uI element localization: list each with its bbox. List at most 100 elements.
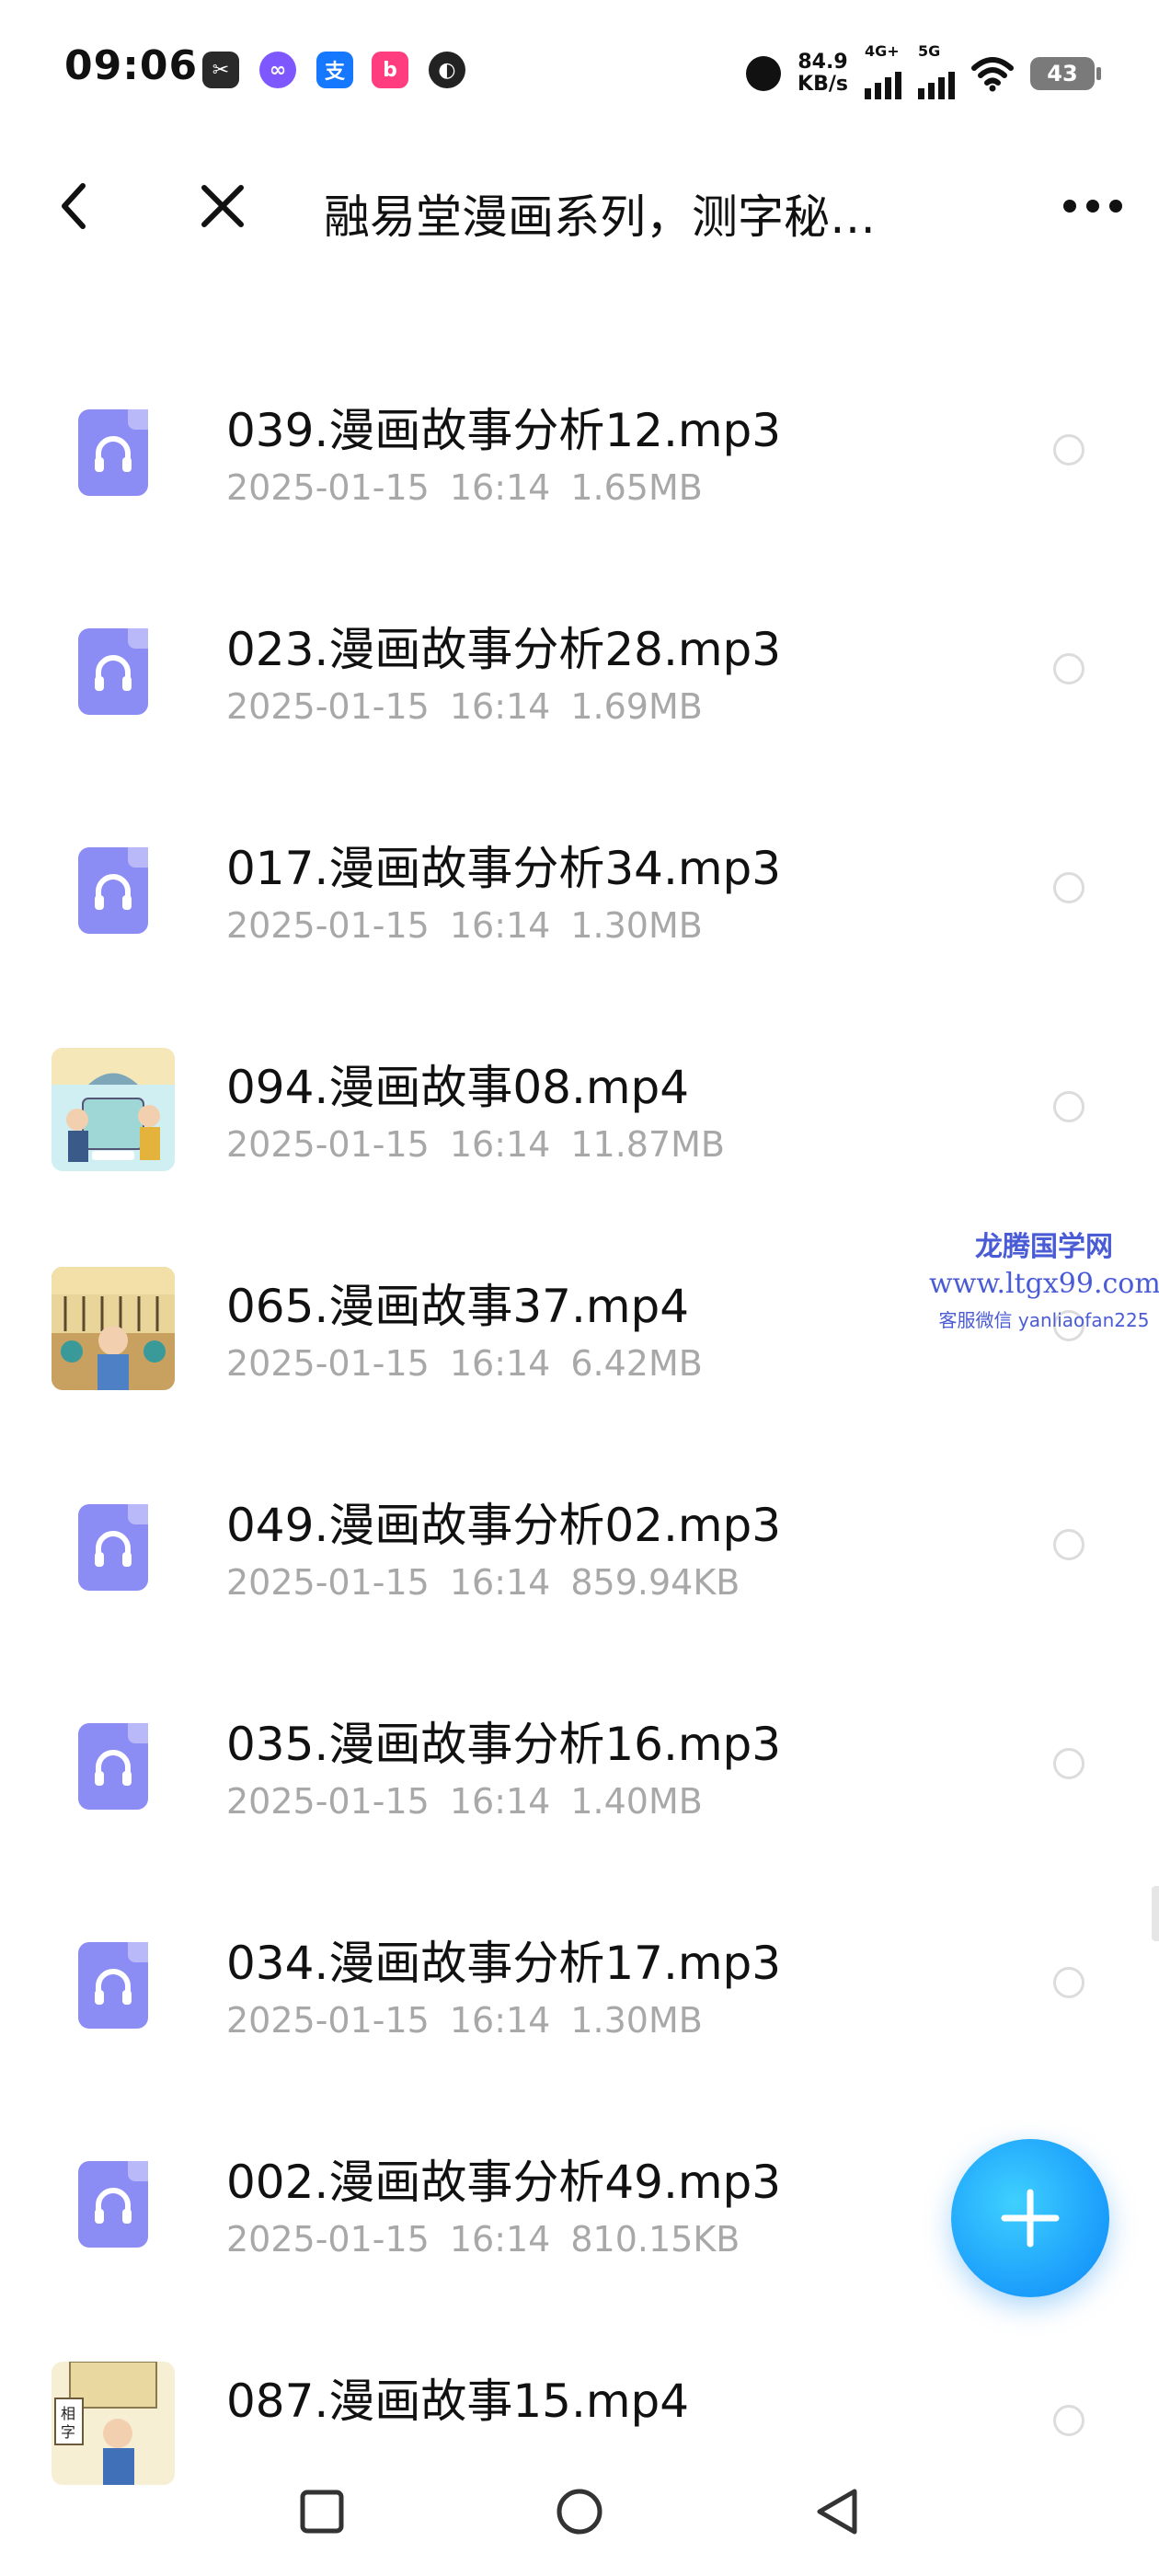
square-icon — [300, 2490, 344, 2534]
select-radio[interactable] — [1053, 1967, 1084, 1998]
file-size: 1.30MB — [570, 2000, 703, 2041]
select-radio[interactable] — [1053, 872, 1084, 903]
file-date: 2025-01-15 — [226, 2219, 430, 2260]
file-meta: 2025-01-15 16:14 1.40MB — [226, 1781, 703, 1822]
file-date: 2025-01-15 — [226, 1781, 430, 1822]
video-thumbnail — [52, 1267, 175, 1390]
file-date: 2025-01-15 — [226, 467, 430, 508]
file-row[interactable]: 049.漫画故事分析02.mp3 2025-01-15 16:14 859.94KB — [0, 1435, 1159, 1654]
alipay-icon: 支 — [316, 52, 353, 88]
file-row[interactable]: 035.漫画故事分析16.mp3 2025-01-15 16:14 1.40MB — [0, 1654, 1159, 1873]
watermark-line1: 龙腾国学网 — [975, 1231, 1113, 1263]
nav-back-button[interactable] — [809, 2484, 865, 2539]
file-meta: 2025-01-15 16:14 1.69MB — [226, 686, 703, 727]
file-meta: 2025-01-15 16:14 11.87MB — [226, 1124, 725, 1165]
status-indicators: 84.9 KB/s 4G+ 5G 43 — [746, 42, 1101, 101]
audio-file-icon — [52, 391, 175, 514]
capcut-icon: ✂ — [202, 52, 239, 88]
file-row[interactable]: 017.漫画故事分析34.mp3 2025-01-15 16:14 1.30MB — [0, 778, 1159, 997]
file-time: 16:14 — [449, 1562, 551, 1603]
file-size: 1.30MB — [570, 905, 703, 946]
file-time: 16:14 — [449, 467, 551, 508]
recents-button[interactable] — [294, 2484, 350, 2539]
battery-level: 43 — [1047, 61, 1078, 86]
audio-file-icon — [52, 829, 175, 952]
plus-icon — [1001, 2189, 1060, 2248]
audio-file-icon — [52, 1705, 175, 1828]
file-time: 16:14 — [449, 905, 551, 946]
file-name: 049.漫画故事分析02.mp3 — [226, 1499, 782, 1552]
select-radio[interactable] — [1053, 2405, 1084, 2436]
file-name: 087.漫画故事15.mp4 — [226, 2375, 690, 2428]
file-meta: 2025-01-15 16:14 1.65MB — [226, 467, 703, 508]
file-meta: 2025-01-15 16:14 6.42MB — [226, 1343, 703, 1384]
circle-icon — [557, 2489, 602, 2535]
watermark: 龙腾国学网 www.ltgx99.com 客服微信 yanliaofan225 — [929, 1224, 1159, 1332]
file-meta: 2025-01-15 16:14 810.15KB — [226, 2219, 740, 2260]
file-browser-screen: 09:06 ✂ ∞ 支 b ◐ 84.9 KB/s 4G+ 5G 43 融易堂漫… — [0, 0, 1159, 2576]
file-time: 16:14 — [449, 1781, 551, 1822]
chevron-left-icon — [62, 183, 86, 229]
file-time: 16:14 — [449, 2219, 551, 2260]
page-title: 融易堂漫画系列，测字秘… — [324, 190, 876, 244]
loop-app-icon: ∞ — [259, 52, 296, 88]
scroll-edge-handle[interactable] — [1152, 1886, 1159, 1941]
status-bar: 09:06 ✂ ∞ 支 b ◐ 84.9 KB/s 4G+ 5G 43 — [0, 0, 1159, 138]
select-radio[interactable] — [1053, 653, 1084, 684]
file-meta: 2025-01-15 16:14 1.30MB — [226, 905, 703, 946]
close-button[interactable] — [189, 173, 256, 239]
file-meta: 2025-01-15 16:14 859.94KB — [226, 1562, 740, 1603]
file-meta: 2025-01-15 16:14 1.30MB — [226, 2000, 703, 2041]
select-radio[interactable] — [1053, 1091, 1084, 1122]
file-time: 16:14 — [449, 2000, 551, 2041]
file-time: 16:14 — [449, 1343, 551, 1384]
file-row[interactable]: 039.漫画故事分析12.mp3 2025-01-15 16:14 1.65MB — [0, 340, 1159, 559]
network-speed: 84.9 KB/s — [798, 51, 848, 96]
audio-file-icon — [52, 610, 175, 733]
file-name: 002.漫画故事分析49.mp3 — [226, 2156, 782, 2209]
sim1-label: 4G+ — [865, 42, 900, 60]
file-size: 810.15KB — [570, 2219, 740, 2260]
file-name: 065.漫画故事37.mp4 — [226, 1280, 690, 1333]
status-time: 09:06 — [64, 42, 199, 89]
close-icon — [201, 185, 244, 227]
alarm-icon — [746, 56, 782, 91]
file-size: 1.40MB — [570, 1781, 703, 1822]
file-name: 023.漫画故事分析28.mp3 — [226, 623, 782, 676]
file-size: 1.69MB — [570, 686, 703, 727]
select-radio[interactable] — [1053, 1748, 1084, 1779]
signal-sim1-icon: 4G+ — [865, 42, 901, 99]
select-radio[interactable] — [1053, 434, 1084, 466]
wifi-icon — [971, 55, 1014, 92]
file-time: 16:14 — [449, 1124, 551, 1165]
file-date: 2025-01-15 — [226, 1562, 430, 1603]
more-button[interactable] — [1060, 173, 1126, 239]
file-name: 094.漫画故事08.mp4 — [226, 1061, 690, 1114]
file-date: 2025-01-15 — [226, 905, 430, 946]
title-bar: 融易堂漫画系列，测字秘… — [0, 156, 1159, 258]
svg-text:字: 字 — [61, 2423, 75, 2441]
bilibili-icon: b — [372, 52, 408, 88]
triangle-back-icon — [817, 2489, 857, 2535]
video-thumbnail — [52, 1048, 175, 1171]
file-name: 035.漫画故事分析16.mp3 — [226, 1718, 782, 1771]
watermark-line3: 客服微信 yanliaofan225 — [938, 1309, 1150, 1331]
file-size: 1.65MB — [570, 467, 703, 508]
back-button[interactable] — [40, 173, 107, 239]
signal-sim2-icon: 5G — [918, 42, 955, 99]
file-date: 2025-01-15 — [226, 1124, 430, 1165]
audio-file-icon — [52, 1486, 175, 1609]
file-size: 11.87MB — [570, 1124, 726, 1165]
home-button[interactable] — [552, 2484, 607, 2539]
file-row[interactable]: 034.漫画故事分析17.mp3 2025-01-15 16:14 1.30MB — [0, 1873, 1159, 2092]
sim2-label: 5G — [918, 42, 941, 60]
select-radio[interactable] — [1053, 1529, 1084, 1560]
audio-file-icon — [52, 2143, 175, 2266]
add-button[interactable] — [951, 2139, 1109, 2297]
more-dots-icon — [1063, 200, 1122, 213]
file-row[interactable]: 023.漫画故事分析28.mp3 2025-01-15 16:14 1.69MB — [0, 559, 1159, 778]
file-size: 859.94KB — [570, 1562, 740, 1603]
file-date: 2025-01-15 — [226, 686, 430, 727]
file-date: 2025-01-15 — [226, 2000, 430, 2041]
file-row[interactable]: 094.漫画故事08.mp4 2025-01-15 16:14 11.87MB — [0, 997, 1159, 1216]
